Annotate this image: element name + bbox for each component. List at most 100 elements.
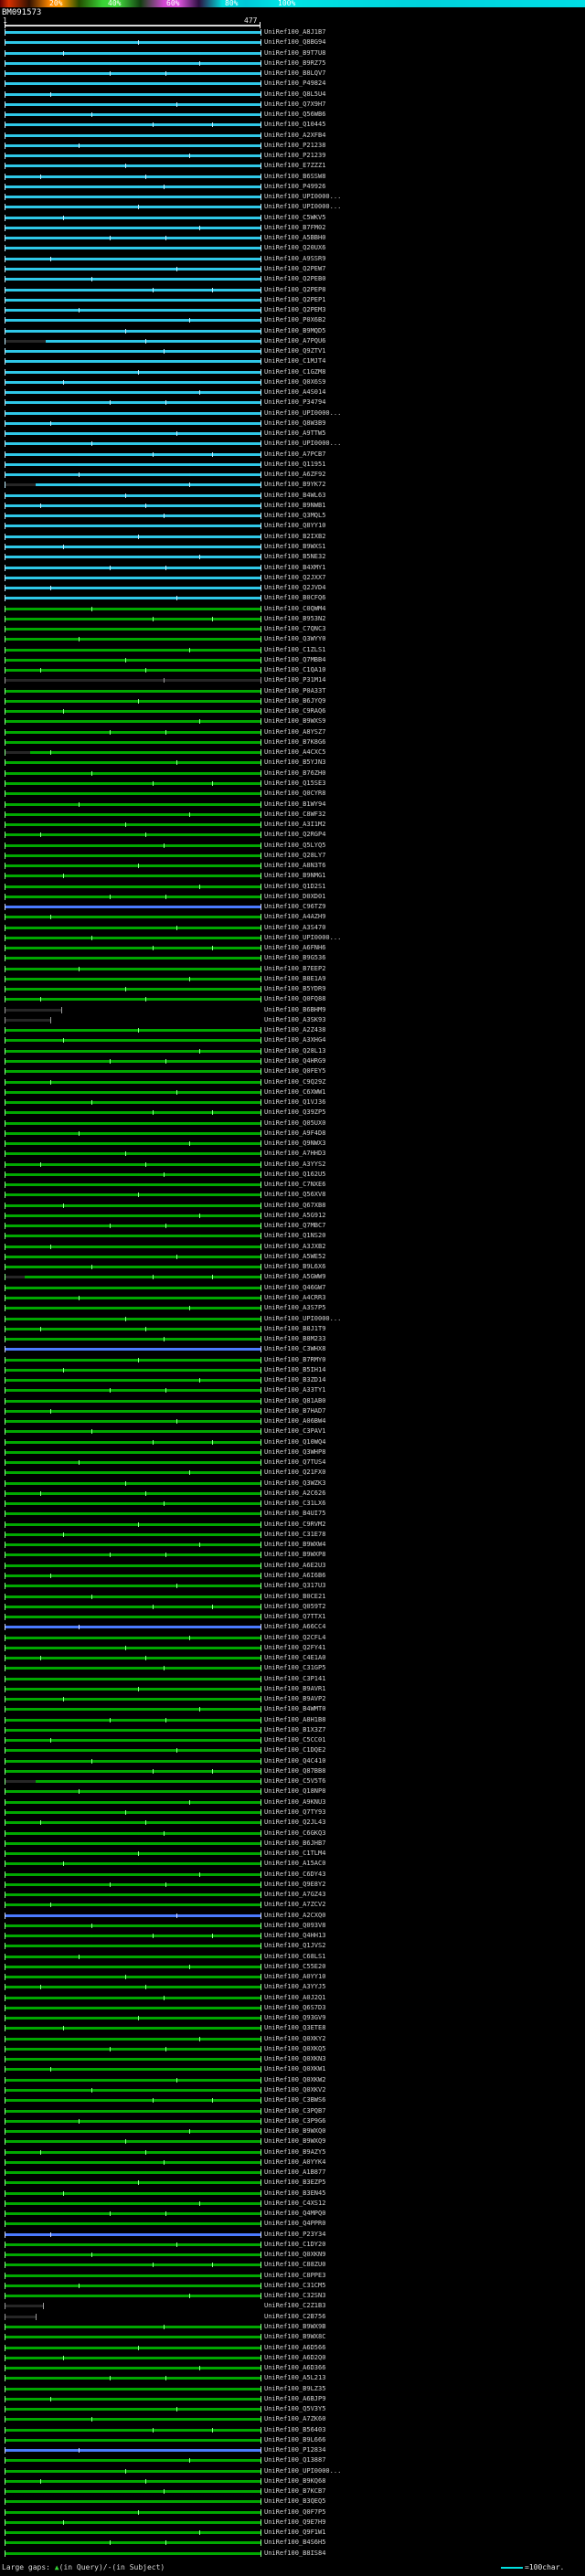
hit-bar[interactable] bbox=[5, 2397, 261, 2401]
hit-bar[interactable] bbox=[5, 895, 261, 898]
hit-bar[interactable] bbox=[5, 2099, 261, 2103]
hit-bar[interactable] bbox=[5, 2274, 261, 2277]
hit-label[interactable]: UniRef100_A9SSR9 bbox=[264, 255, 325, 263]
hit-bar[interactable] bbox=[5, 1512, 261, 1516]
hit-bar[interactable] bbox=[5, 432, 261, 436]
hit-bar[interactable] bbox=[5, 257, 261, 260]
hit-bar[interactable] bbox=[5, 2068, 261, 2072]
hit-bar[interactable] bbox=[5, 216, 261, 219]
hit-bar[interactable] bbox=[5, 2222, 261, 2226]
hit-bar[interactable] bbox=[5, 1945, 261, 1948]
hit-label[interactable]: UniRef100_A5GWW9 bbox=[264, 1273, 325, 1281]
hit-label[interactable]: UniRef100_Q18NP8 bbox=[264, 1787, 325, 1796]
hit-label[interactable]: UniRef100_B3EZP5 bbox=[264, 2178, 325, 2187]
hit-bar[interactable] bbox=[5, 1358, 261, 1362]
hit-bar[interactable] bbox=[35, 1780, 261, 1784]
hit-label[interactable]: UniRef100_C1ZLS1 bbox=[264, 646, 325, 654]
hit-bar[interactable] bbox=[5, 298, 261, 302]
hit-label[interactable]: UniRef100_B5YJN3 bbox=[264, 758, 325, 767]
hit-label[interactable]: UniRef100_C3WHX8 bbox=[264, 1345, 325, 1353]
hit-label[interactable]: UniRef100_A3SK93 bbox=[264, 1016, 325, 1024]
hit-label[interactable]: UniRef100_A7PQU6 bbox=[264, 337, 325, 345]
hit-bar[interactable] bbox=[5, 1698, 261, 1701]
hit-label[interactable]: UniRef100_Q059T2 bbox=[264, 1603, 325, 1611]
hit-label[interactable]: UniRef100_Q7TUS4 bbox=[264, 1458, 325, 1467]
hit-bar[interactable] bbox=[5, 2253, 261, 2257]
hit-label[interactable]: UniRef100_A4CXC5 bbox=[264, 748, 325, 757]
hit-bar[interactable] bbox=[5, 2047, 261, 2051]
hit-label[interactable]: UniRef100_B8IS84 bbox=[264, 2549, 325, 2558]
hit-bar[interactable] bbox=[5, 2356, 261, 2359]
hit-bar[interactable] bbox=[5, 1399, 261, 1403]
hit-label[interactable]: UniRef100_B8E1A9 bbox=[264, 975, 325, 983]
hit-label[interactable]: UniRef100_P34794 bbox=[264, 398, 325, 407]
hit-bar[interactable] bbox=[5, 1080, 261, 1084]
hit-label[interactable]: UniRef100_B3QEQ5 bbox=[264, 2497, 325, 2506]
hit-bar[interactable] bbox=[5, 1008, 61, 1012]
hit-label[interactable]: UniRef100_Q3WHP8 bbox=[264, 1448, 325, 1457]
hit-bar[interactable] bbox=[5, 699, 261, 703]
hit-label[interactable]: UniRef100_C96TZ9 bbox=[264, 903, 325, 911]
hit-label[interactable]: UniRef100_Q162U5 bbox=[264, 1171, 325, 1179]
hit-bar[interactable] bbox=[5, 113, 261, 117]
hit-bar[interactable] bbox=[5, 977, 261, 981]
hit-bar[interactable] bbox=[5, 2315, 36, 2318]
hit-bar[interactable] bbox=[5, 885, 261, 888]
hit-label[interactable]: UniRef100_B9MQD5 bbox=[264, 327, 325, 335]
hit-label[interactable]: UniRef100_B9WXQ9 bbox=[264, 2137, 325, 2146]
hit-label[interactable]: UniRef100_A06BW4 bbox=[264, 1417, 325, 1426]
hit-label[interactable]: UniRef100_B9G536 bbox=[264, 954, 325, 962]
hit-bar[interactable] bbox=[5, 2017, 261, 2020]
hit-bar[interactable] bbox=[5, 957, 261, 960]
hit-bar[interactable] bbox=[5, 597, 261, 600]
hit-label[interactable]: UniRef100_C0QWM4 bbox=[264, 605, 325, 613]
hit-label[interactable]: UniRef100_Q13887 bbox=[264, 2456, 325, 2465]
hit-bar[interactable] bbox=[5, 1307, 261, 1310]
hit-bar[interactable] bbox=[5, 401, 261, 405]
hit-label[interactable]: UniRef100_UPI0000... bbox=[264, 203, 341, 211]
hit-label[interactable]: UniRef100_C31E78 bbox=[264, 1531, 325, 1539]
hit-label[interactable]: UniRef100_P31M14 bbox=[264, 676, 325, 684]
hit-label[interactable]: UniRef100_A3XHG4 bbox=[264, 1036, 325, 1044]
hit-label[interactable]: UniRef100_B0CE21 bbox=[264, 1593, 325, 1601]
hit-bar[interactable] bbox=[5, 2006, 261, 2009]
hit-label[interactable]: UniRef100_Q7TY93 bbox=[264, 1808, 325, 1817]
hit-label[interactable]: UniRef100_C31CM5 bbox=[264, 2282, 325, 2290]
hit-bar[interactable] bbox=[5, 812, 261, 816]
hit-bar[interactable] bbox=[5, 1183, 261, 1187]
hit-label[interactable]: UniRef100_A6I6B6 bbox=[264, 1572, 325, 1580]
hit-bar[interactable] bbox=[5, 2346, 261, 2349]
hit-label[interactable]: UniRef100_B5IH14 bbox=[264, 1366, 325, 1374]
hit-bar[interactable] bbox=[5, 730, 261, 734]
hit-bar[interactable] bbox=[5, 1379, 261, 1383]
hit-bar[interactable] bbox=[5, 1728, 261, 1732]
hit-bar[interactable] bbox=[5, 31, 261, 34]
hit-bar[interactable] bbox=[5, 2520, 261, 2524]
hit-label[interactable]: UniRef100_P0X6B2 bbox=[264, 316, 325, 324]
hit-label[interactable]: UniRef100_Q4C410 bbox=[264, 1757, 325, 1765]
hit-label[interactable]: UniRef100_A0J2Q1 bbox=[264, 1994, 325, 2002]
hit-label[interactable]: UniRef100_B9NWB1 bbox=[264, 502, 325, 510]
hit-label[interactable]: UniRef100_C1DQE2 bbox=[264, 1746, 325, 1754]
hit-bar[interactable] bbox=[5, 2449, 261, 2453]
hit-bar[interactable] bbox=[5, 1553, 261, 1557]
hit-label[interactable]: UniRef100_A6D2Q0 bbox=[264, 2354, 325, 2362]
hit-bar[interactable] bbox=[5, 1131, 261, 1135]
hit-label[interactable]: UniRef100_B2IXB2 bbox=[264, 533, 325, 541]
hit-label[interactable]: UniRef100_P23Y34 bbox=[264, 2231, 325, 2239]
hit-label[interactable]: UniRef100_C3BWS6 bbox=[264, 2096, 325, 2104]
hit-label[interactable]: UniRef100_Q8BG94 bbox=[264, 38, 325, 47]
hit-bar[interactable] bbox=[5, 1348, 261, 1352]
hit-bar[interactable] bbox=[5, 587, 261, 590]
hit-label[interactable]: UniRef100_Q9E7H9 bbox=[264, 2518, 325, 2527]
hit-label[interactable]: UniRef100_Q1VJ36 bbox=[264, 1098, 325, 1107]
hit-bar[interactable] bbox=[35, 483, 261, 487]
hit-label[interactable]: UniRef100_B5YDR9 bbox=[264, 985, 325, 993]
hit-label[interactable]: UniRef100_A8J1B7 bbox=[264, 28, 325, 37]
hit-label[interactable]: UniRef100_Q0XKN9 bbox=[264, 2251, 325, 2259]
hit-bar[interactable] bbox=[5, 740, 261, 744]
hit-label[interactable]: UniRef100_B9NMG1 bbox=[264, 872, 325, 880]
hit-label[interactable]: UniRef100_B8M233 bbox=[264, 1335, 325, 1343]
hit-bar[interactable] bbox=[5, 185, 261, 188]
hit-label[interactable]: UniRef100_UPI0000... bbox=[264, 2467, 341, 2475]
